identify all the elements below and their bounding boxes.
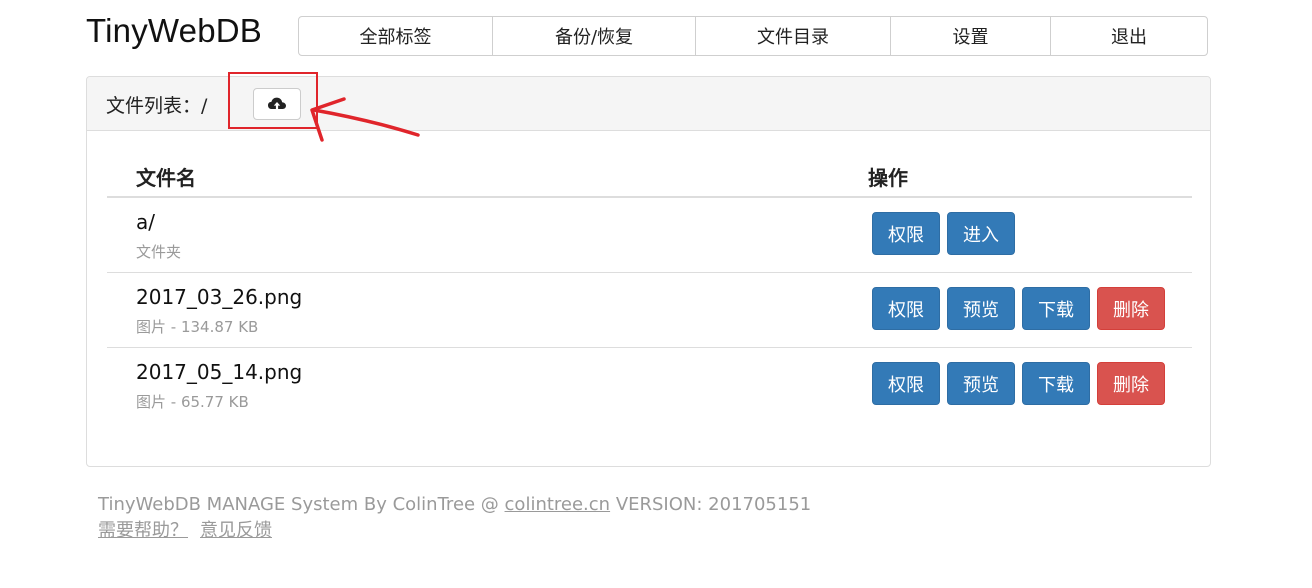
- preview-button[interactable]: 预览: [947, 287, 1015, 330]
- footer-links: 需要帮助？ 意见反馈: [98, 518, 811, 544]
- nav-file-directory[interactable]: 文件目录: [696, 17, 891, 55]
- footer-prefix: TinyWebDB MANAGE System By ColinTree @: [98, 494, 505, 515]
- column-header-filename: 文件名: [136, 166, 196, 190]
- nav-all-tags[interactable]: 全部标签: [299, 17, 493, 55]
- row-actions: 权限 预览 下载 删除: [872, 287, 1165, 330]
- table-header: 文件名 操作: [107, 160, 1192, 198]
- footer: TinyWebDB MANAGE System By ColinTree @ c…: [98, 492, 811, 544]
- file-meta: 图片 - 65.77 KB: [136, 393, 249, 411]
- help-link[interactable]: 需要帮助？: [98, 520, 188, 541]
- footer-credits: TinyWebDB MANAGE System By ColinTree @ c…: [98, 492, 811, 518]
- permission-button[interactable]: 权限: [872, 287, 940, 330]
- annotation-arrow-icon: [310, 97, 420, 142]
- footer-site-link[interactable]: colintree.cn: [505, 494, 611, 515]
- panel-title: 文件列表：/: [106, 95, 208, 117]
- top-nav: 全部标签 备份/恢复 文件目录 设置 退出: [298, 16, 1208, 56]
- permission-button[interactable]: 权限: [872, 362, 940, 405]
- file-list-panel: 文件列表：/ 文件名 操作 a/ 文件夹 权限 进入 2017_03_26.pn…: [86, 76, 1211, 467]
- file-name[interactable]: a/: [136, 210, 155, 234]
- nav-settings[interactable]: 设置: [891, 17, 1051, 55]
- file-name[interactable]: 2017_05_14.png: [136, 360, 302, 384]
- nav-logout[interactable]: 退出: [1051, 17, 1207, 55]
- preview-button[interactable]: 预览: [947, 362, 1015, 405]
- file-meta: 文件夹: [136, 243, 182, 261]
- brand-title[interactable]: TinyWebDB: [86, 12, 262, 50]
- file-name[interactable]: 2017_03_26.png: [136, 285, 302, 309]
- file-meta: 图片 - 134.87 KB: [136, 318, 259, 336]
- nav-backup-restore[interactable]: 备份/恢复: [493, 17, 696, 55]
- row-actions: 权限 进入: [872, 212, 1015, 255]
- table-row: a/ 文件夹 权限 进入: [107, 198, 1192, 273]
- column-header-actions: 操作: [868, 166, 908, 190]
- feedback-link[interactable]: 意见反馈: [200, 520, 272, 541]
- delete-button[interactable]: 删除: [1097, 362, 1165, 405]
- permission-button[interactable]: 权限: [872, 212, 940, 255]
- footer-version: VERSION: 201705151: [610, 494, 812, 515]
- table-row: 2017_03_26.png 图片 - 134.87 KB 权限 预览 下载 删…: [107, 273, 1192, 348]
- table-row: 2017_05_14.png 图片 - 65.77 KB 权限 预览 下载 删除: [107, 348, 1192, 423]
- download-button[interactable]: 下载: [1022, 362, 1090, 405]
- row-actions: 权限 预览 下载 删除: [872, 362, 1165, 405]
- download-button[interactable]: 下载: [1022, 287, 1090, 330]
- enter-button[interactable]: 进入: [947, 212, 1015, 255]
- delete-button[interactable]: 删除: [1097, 287, 1165, 330]
